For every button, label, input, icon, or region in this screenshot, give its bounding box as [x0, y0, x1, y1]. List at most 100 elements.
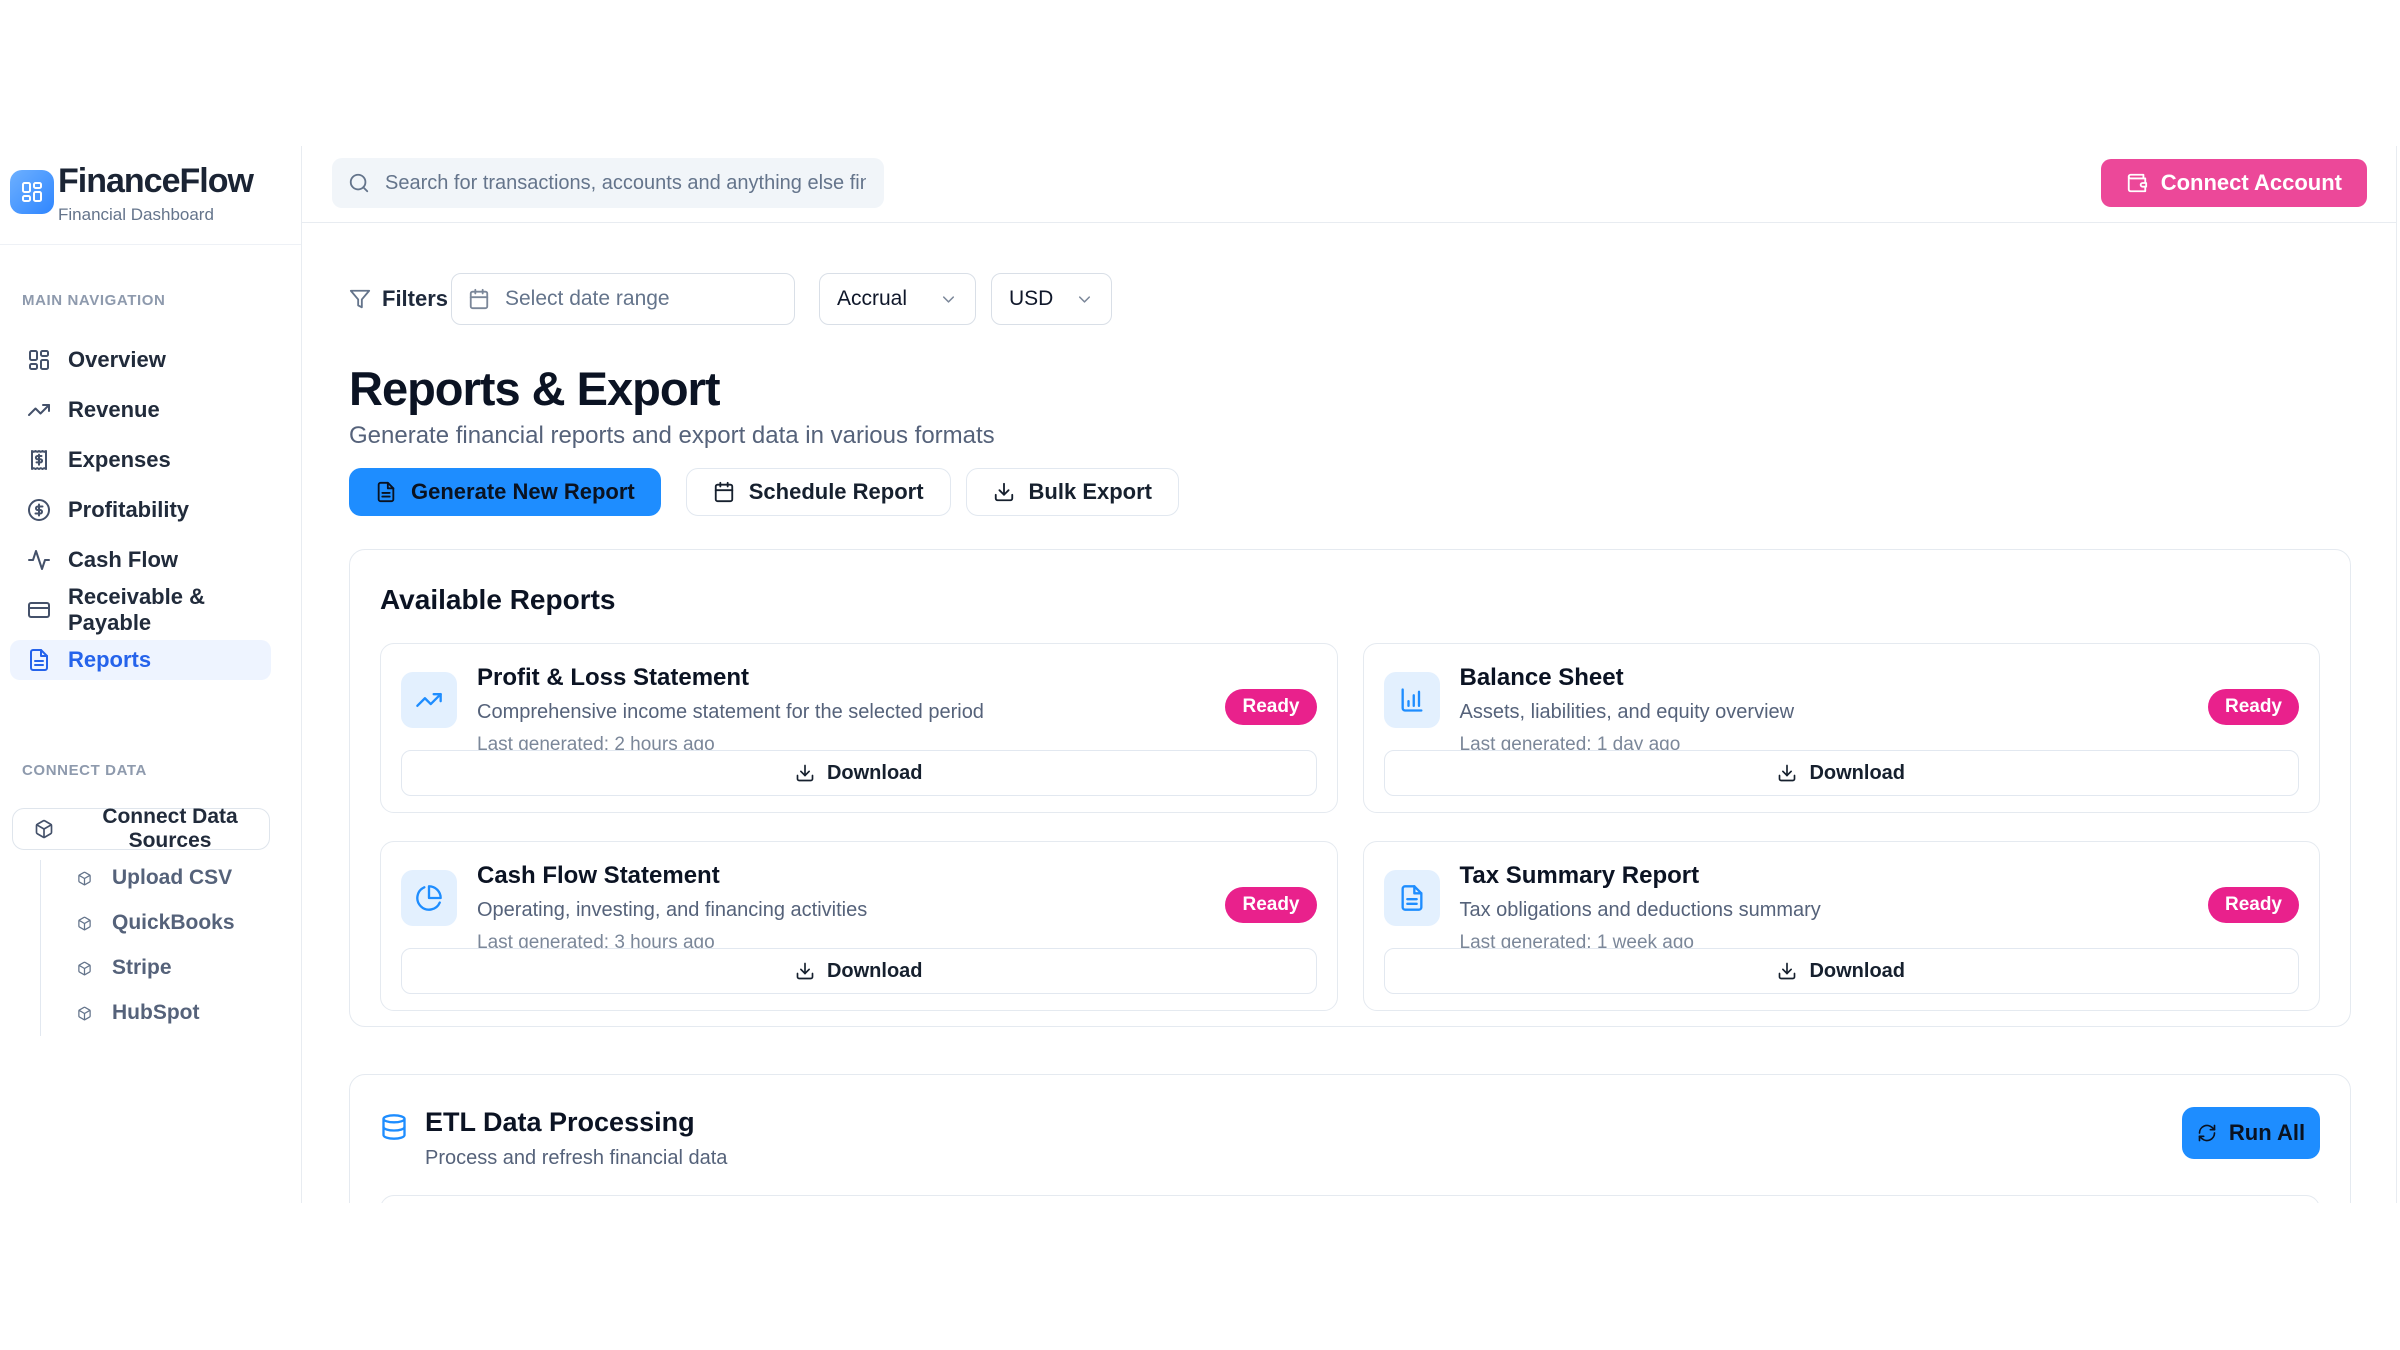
sidebar-item-profitability[interactable]: Profitability	[10, 490, 271, 530]
currency-value: USD	[1009, 287, 1053, 311]
report-description: Comprehensive income statement for the s…	[477, 701, 984, 724]
report-description: Tax obligations and deductions summary	[1460, 899, 1821, 922]
currency-select[interactable]: USD	[991, 273, 1112, 325]
report-title: Cash Flow Statement	[477, 862, 867, 890]
box-icon	[77, 916, 92, 931]
search-icon	[348, 172, 370, 194]
download-label: Download	[1809, 762, 1905, 785]
box-icon	[77, 961, 92, 976]
box-icon	[77, 871, 92, 886]
download-button[interactable]: Download	[1384, 948, 2300, 994]
download-label: Download	[1809, 960, 1905, 983]
etl-panel: ETL Data Processing Process and refresh …	[349, 1074, 2351, 1203]
available-reports-panel: Available Reports Profit & Loss Statemen…	[349, 549, 2351, 1027]
sidebar-item-label: Profitability	[68, 497, 189, 523]
calendar-icon	[468, 288, 490, 310]
connect-account-button[interactable]: Connect Account	[2101, 159, 2367, 207]
credit-card-icon	[27, 598, 51, 622]
sidebar-item-revenue[interactable]: Revenue	[10, 390, 271, 430]
schedule-report-button[interactable]: Schedule Report	[686, 468, 951, 516]
download-button[interactable]: Download	[401, 948, 1317, 994]
bar-chart-icon	[1384, 672, 1440, 728]
sidebar-item-cash-flow[interactable]: Cash Flow	[10, 540, 271, 580]
file-text-icon	[27, 648, 51, 672]
sidebar-item-label: Revenue	[68, 397, 160, 423]
accounting-basis-value: Accrual	[837, 287, 907, 311]
topbar: Connect Account	[302, 146, 2396, 223]
report-title: Balance Sheet	[1460, 664, 1795, 692]
status-badge: Ready	[2208, 689, 2299, 725]
box-icon	[34, 819, 54, 839]
etl-jobs-card	[380, 1195, 2320, 1203]
report-title: Profit & Loss Statement	[477, 664, 984, 692]
report-card-profit-loss: Profit & Loss Statement Comprehensive in…	[380, 643, 1338, 813]
file-text-icon	[1384, 870, 1440, 926]
bulk-export-button[interactable]: Bulk Export	[966, 468, 1179, 516]
pie-chart-icon	[401, 870, 457, 926]
sidebar-item-label: Overview	[68, 347, 166, 373]
logo-block: FinanceFlow Financial Dashboard	[0, 146, 301, 245]
sidebar-item-overview[interactable]: Overview	[10, 340, 271, 380]
download-button[interactable]: Download	[401, 750, 1317, 796]
filters-row: Filters Accrual USD	[349, 273, 2351, 325]
source-item-hubspot[interactable]: HubSpot	[0, 993, 301, 1033]
date-range-input[interactable]	[503, 286, 778, 312]
source-item-quickbooks[interactable]: QuickBooks	[0, 903, 301, 943]
sidebar-item-reports[interactable]: Reports	[10, 640, 271, 680]
connect-data-label: CONNECT DATA	[22, 762, 147, 779]
report-actions: Generate New Report Schedule Report Bulk…	[349, 468, 2351, 516]
download-icon	[795, 763, 815, 783]
source-item-label: Upload CSV	[112, 866, 232, 890]
etl-title: ETL Data Processing	[425, 1107, 727, 1138]
source-item-label: QuickBooks	[112, 911, 235, 935]
wallet-icon	[2126, 172, 2148, 194]
app-logo-icon	[10, 170, 54, 214]
search-input[interactable]	[383, 171, 868, 196]
trending-up-icon	[401, 672, 457, 728]
tree-line	[40, 860, 41, 1036]
app-title: FinanceFlow	[58, 162, 253, 201]
generate-new-report-button[interactable]: Generate New Report	[349, 468, 661, 516]
report-description: Operating, investing, and financing acti…	[477, 899, 867, 922]
source-item-label: HubSpot	[112, 1001, 199, 1025]
report-title: Tax Summary Report	[1460, 862, 1821, 890]
data-sources-list: Upload CSV QuickBooks Stripe HubSpot	[0, 858, 301, 1033]
connect-data-sources-button[interactable]: Connect Data Sources	[12, 808, 270, 850]
main-navigation-label: MAIN NAVIGATION	[22, 292, 165, 309]
sidebar-item-receivable-payable[interactable]: Receivable & Payable	[10, 590, 271, 630]
source-item-label: Stripe	[112, 956, 172, 980]
accounting-basis-select[interactable]: Accrual	[819, 273, 976, 325]
sidebar-item-expenses[interactable]: Expenses	[10, 440, 271, 480]
main-navigation: Overview Revenue Expenses Profitability …	[0, 340, 301, 680]
schedule-report-label: Schedule Report	[749, 479, 924, 505]
source-item-stripe[interactable]: Stripe	[0, 948, 301, 988]
dashboard-grid-icon	[27, 348, 51, 372]
connect-account-label: Connect Account	[2161, 170, 2342, 196]
chevron-down-icon	[1075, 290, 1094, 309]
filters-toggle[interactable]: Filters	[349, 286, 451, 312]
run-all-label: Run All	[2229, 1120, 2305, 1146]
trending-up-icon	[27, 398, 51, 422]
content: Filters Accrual USD Reports & Export Gen…	[302, 223, 2396, 1203]
sidebar: FinanceFlow Financial Dashboard MAIN NAV…	[0, 146, 302, 1203]
sidebar-item-label: Cash Flow	[68, 547, 178, 573]
calendar-icon	[713, 481, 735, 503]
bulk-export-label: Bulk Export	[1029, 479, 1152, 505]
chevron-down-icon	[939, 290, 958, 309]
status-badge: Ready	[1225, 887, 1316, 923]
source-item-upload-csv[interactable]: Upload CSV	[0, 858, 301, 898]
dollar-circle-icon	[27, 498, 51, 522]
download-label: Download	[827, 960, 923, 983]
available-reports-title: Available Reports	[380, 584, 2320, 616]
status-badge: Ready	[2208, 887, 2299, 923]
sidebar-item-label: Receivable & Payable	[68, 584, 271, 636]
report-card-tax-summary: Tax Summary Report Tax obligations and d…	[1363, 841, 2321, 1011]
download-icon	[993, 481, 1015, 503]
activity-icon	[27, 548, 51, 572]
run-all-button[interactable]: Run All	[2182, 1107, 2320, 1159]
download-button[interactable]: Download	[1384, 750, 2300, 796]
receipt-dollar-icon	[27, 448, 51, 472]
database-icon	[380, 1112, 408, 1142]
download-icon	[795, 961, 815, 981]
filter-funnel-icon	[349, 288, 371, 310]
